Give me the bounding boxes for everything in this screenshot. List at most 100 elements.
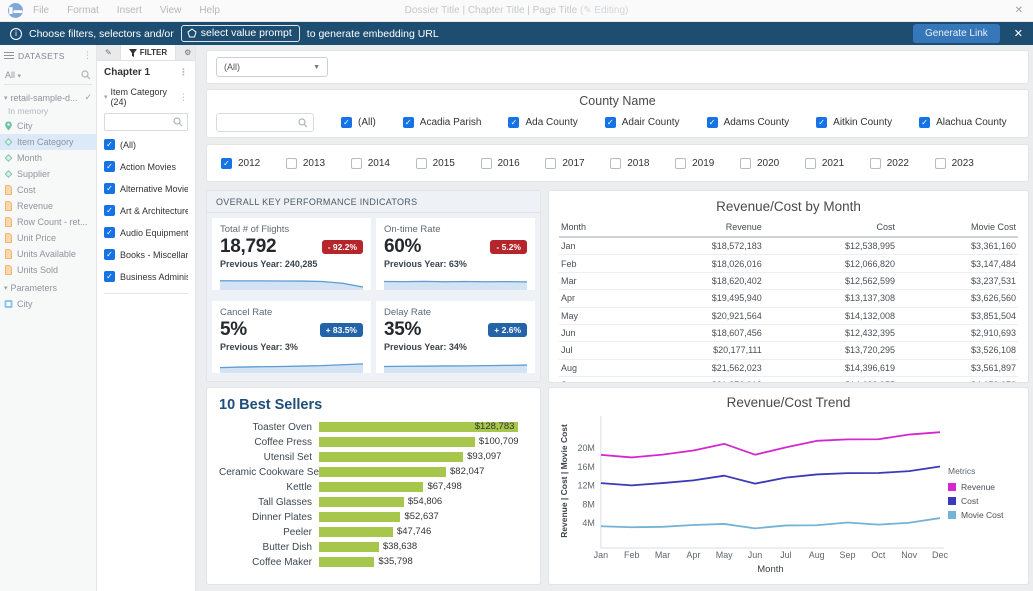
county-option-adams-county[interactable]: ✓Adams County xyxy=(707,117,790,128)
legend-item-revenue[interactable]: Revenue xyxy=(948,482,1020,492)
tab-settings[interactable]: ⚙ xyxy=(176,45,196,60)
legend-item-movie-cost[interactable]: Movie Cost xyxy=(948,510,1020,520)
editing-indicator: (✎ Editing) xyxy=(580,5,628,16)
group-menu-icon[interactable]: ⋮ xyxy=(179,92,188,103)
banner-close-icon[interactable]: ✕ xyxy=(1014,27,1023,40)
kpi-tile-on-time-rate: On-time Rate60%- 5.2%Previous Year: 63% xyxy=(376,218,535,290)
dataset-attribute-revenue[interactable]: Revenue xyxy=(0,198,96,214)
dataset-attribute-cost[interactable]: Cost xyxy=(0,182,96,198)
checkbox-icon xyxy=(286,158,297,169)
parameters-root[interactable]: ▾ Parameters xyxy=(0,280,96,296)
table-cell: $3,361,160 xyxy=(897,237,1018,255)
bar[interactable] xyxy=(319,437,475,447)
tab-filter[interactable]: FILTER xyxy=(120,45,176,60)
menu-help[interactable]: Help xyxy=(199,5,220,16)
collapse-caret-icon[interactable]: ▾ xyxy=(4,94,8,102)
year-option-2015[interactable]: 2015 xyxy=(416,158,455,169)
county-option-acadia-parish[interactable]: ✓Acadia Parish xyxy=(403,117,482,128)
collapse-caret-icon[interactable]: ▾ xyxy=(4,284,8,292)
dataset-attribute-item-category[interactable]: Item Category xyxy=(0,134,96,150)
svg-text:Aug: Aug xyxy=(809,550,825,560)
parameter-city[interactable]: City xyxy=(0,296,96,312)
year-option-2016[interactable]: 2016 xyxy=(481,158,520,169)
svg-text:Mar: Mar xyxy=(655,550,670,560)
bar-row-kettle: Kettle$67,498 xyxy=(219,482,528,492)
filter-item-books-miscellaneous[interactable]: ✓ Books - Miscellaneous xyxy=(104,249,188,260)
bar[interactable] xyxy=(319,527,393,537)
year-option-2022[interactable]: 2022 xyxy=(870,158,909,169)
county-search-input[interactable] xyxy=(216,113,314,132)
bar[interactable] xyxy=(319,452,463,462)
checkbox-icon: ✓ xyxy=(341,117,352,128)
generate-link-button[interactable]: Generate Link xyxy=(913,24,1000,43)
svg-text:Nov: Nov xyxy=(901,550,917,560)
county-option-alachua-county[interactable]: ✓Alachua County xyxy=(919,117,1007,128)
table-row: Feb$18,026,016$12,066,820$3,147,484 xyxy=(559,255,1018,272)
year-option-2022-label: 2022 xyxy=(887,158,909,169)
group-caret-icon[interactable]: ▾ xyxy=(104,93,108,101)
bar-row-tall-glasses: Tall Glasses$54,806 xyxy=(219,497,528,507)
dataset-attribute-month[interactable]: Month xyxy=(0,150,96,166)
table-cell: $20,921,564 xyxy=(631,307,764,324)
table-cell: $14,682,955 xyxy=(764,377,897,384)
doc-icon xyxy=(4,217,13,227)
year-option-2023[interactable]: 2023 xyxy=(935,158,974,169)
datasets-filter-dropdown[interactable]: All ▾ xyxy=(5,70,21,80)
tab-edit[interactable]: ✎ xyxy=(97,45,120,60)
year-option-2013[interactable]: 2013 xyxy=(286,158,325,169)
year-option-2021[interactable]: 2021 xyxy=(805,158,844,169)
table-cell: $21,870,018 xyxy=(631,377,764,384)
chapter-menu-icon[interactable]: ⋮ xyxy=(179,67,188,78)
dataset-attribute-units-available[interactable]: Units Available xyxy=(0,246,96,262)
checkbox-icon: ✓ xyxy=(104,249,115,260)
datasets-menu-icon[interactable]: ⋮ xyxy=(83,50,92,61)
year-option-2014[interactable]: 2014 xyxy=(351,158,390,169)
county-option--all-[interactable]: ✓(All) xyxy=(341,117,376,128)
table-row: Sep$21,870,018$14,682,955$4,159,979 xyxy=(559,377,1018,384)
dataset-attribute-supplier[interactable]: Supplier xyxy=(0,166,96,182)
kpi-previous: Previous Year: 34% xyxy=(384,342,527,352)
kpi-tile-total-of-flights: Total # of Flights18,792- 92.2%Previous … xyxy=(212,218,371,290)
menu-format[interactable]: Format xyxy=(67,5,99,16)
prompt-button-label: select value prompt xyxy=(201,27,292,39)
filter-item-audio-equipment[interactable]: ✓Audio Equipment xyxy=(104,227,188,238)
year-option-2012[interactable]: ✓2012 xyxy=(221,158,260,169)
bar[interactable] xyxy=(319,482,423,492)
checkbox-icon: ✓ xyxy=(221,158,232,169)
filter-item-art-architecture[interactable]: ✓Art & Architecture xyxy=(104,205,188,216)
filter-item-business-administration[interactable]: ✓Business Administration xyxy=(104,271,188,282)
dataset-attribute-city[interactable]: City xyxy=(0,118,96,134)
bar[interactable] xyxy=(319,557,374,567)
window-close-icon[interactable]: ✕ xyxy=(1015,5,1023,16)
dataset-attribute-unit-price[interactable]: Unit Price xyxy=(0,230,96,246)
county-option-adair-county[interactable]: ✓Adair County xyxy=(605,117,680,128)
year-option-2020[interactable]: 2020 xyxy=(740,158,779,169)
year-option-2017[interactable]: 2017 xyxy=(545,158,584,169)
dataset-root[interactable]: ▾ retail-sample-d... ✓ xyxy=(0,89,96,106)
menu-file[interactable]: File xyxy=(33,5,49,16)
bar[interactable] xyxy=(319,542,379,552)
bar[interactable] xyxy=(319,497,404,507)
menu-insert[interactable]: Insert xyxy=(117,5,142,16)
filter-item-alternative-movies[interactable]: ✓Alternative Movies xyxy=(104,183,188,194)
county-option-ada-county[interactable]: ✓Ada County xyxy=(508,117,577,128)
filter-search-input[interactable] xyxy=(104,113,188,131)
svg-text:8M: 8M xyxy=(582,499,594,509)
menu-view[interactable]: View xyxy=(160,5,182,16)
year-option-2019[interactable]: 2019 xyxy=(675,158,714,169)
filter-item-label: Books - Miscellaneous xyxy=(120,250,188,260)
filter-item--all-[interactable]: ✓(All) xyxy=(104,139,188,150)
bar[interactable] xyxy=(319,467,446,477)
bar[interactable] xyxy=(319,512,400,522)
select-value-prompt-button[interactable]: select value prompt xyxy=(181,25,300,42)
legend-item-cost[interactable]: Cost xyxy=(948,496,1020,506)
attribute-label: Cost xyxy=(17,185,36,195)
all-selector-dropdown[interactable]: (All) ▼ xyxy=(216,57,328,77)
year-option-2018[interactable]: 2018 xyxy=(610,158,649,169)
checkbox-icon: ✓ xyxy=(816,117,827,128)
filter-item-action-movies[interactable]: ✓Action Movies xyxy=(104,161,188,172)
search-icon[interactable] xyxy=(81,70,91,80)
dataset-attribute-row-count-ret-[interactable]: Row Count - ret... xyxy=(0,214,96,230)
county-option-aitkin-county[interactable]: ✓Aitkin County xyxy=(816,117,892,128)
dataset-attribute-units-sold[interactable]: Units Sold xyxy=(0,262,96,278)
